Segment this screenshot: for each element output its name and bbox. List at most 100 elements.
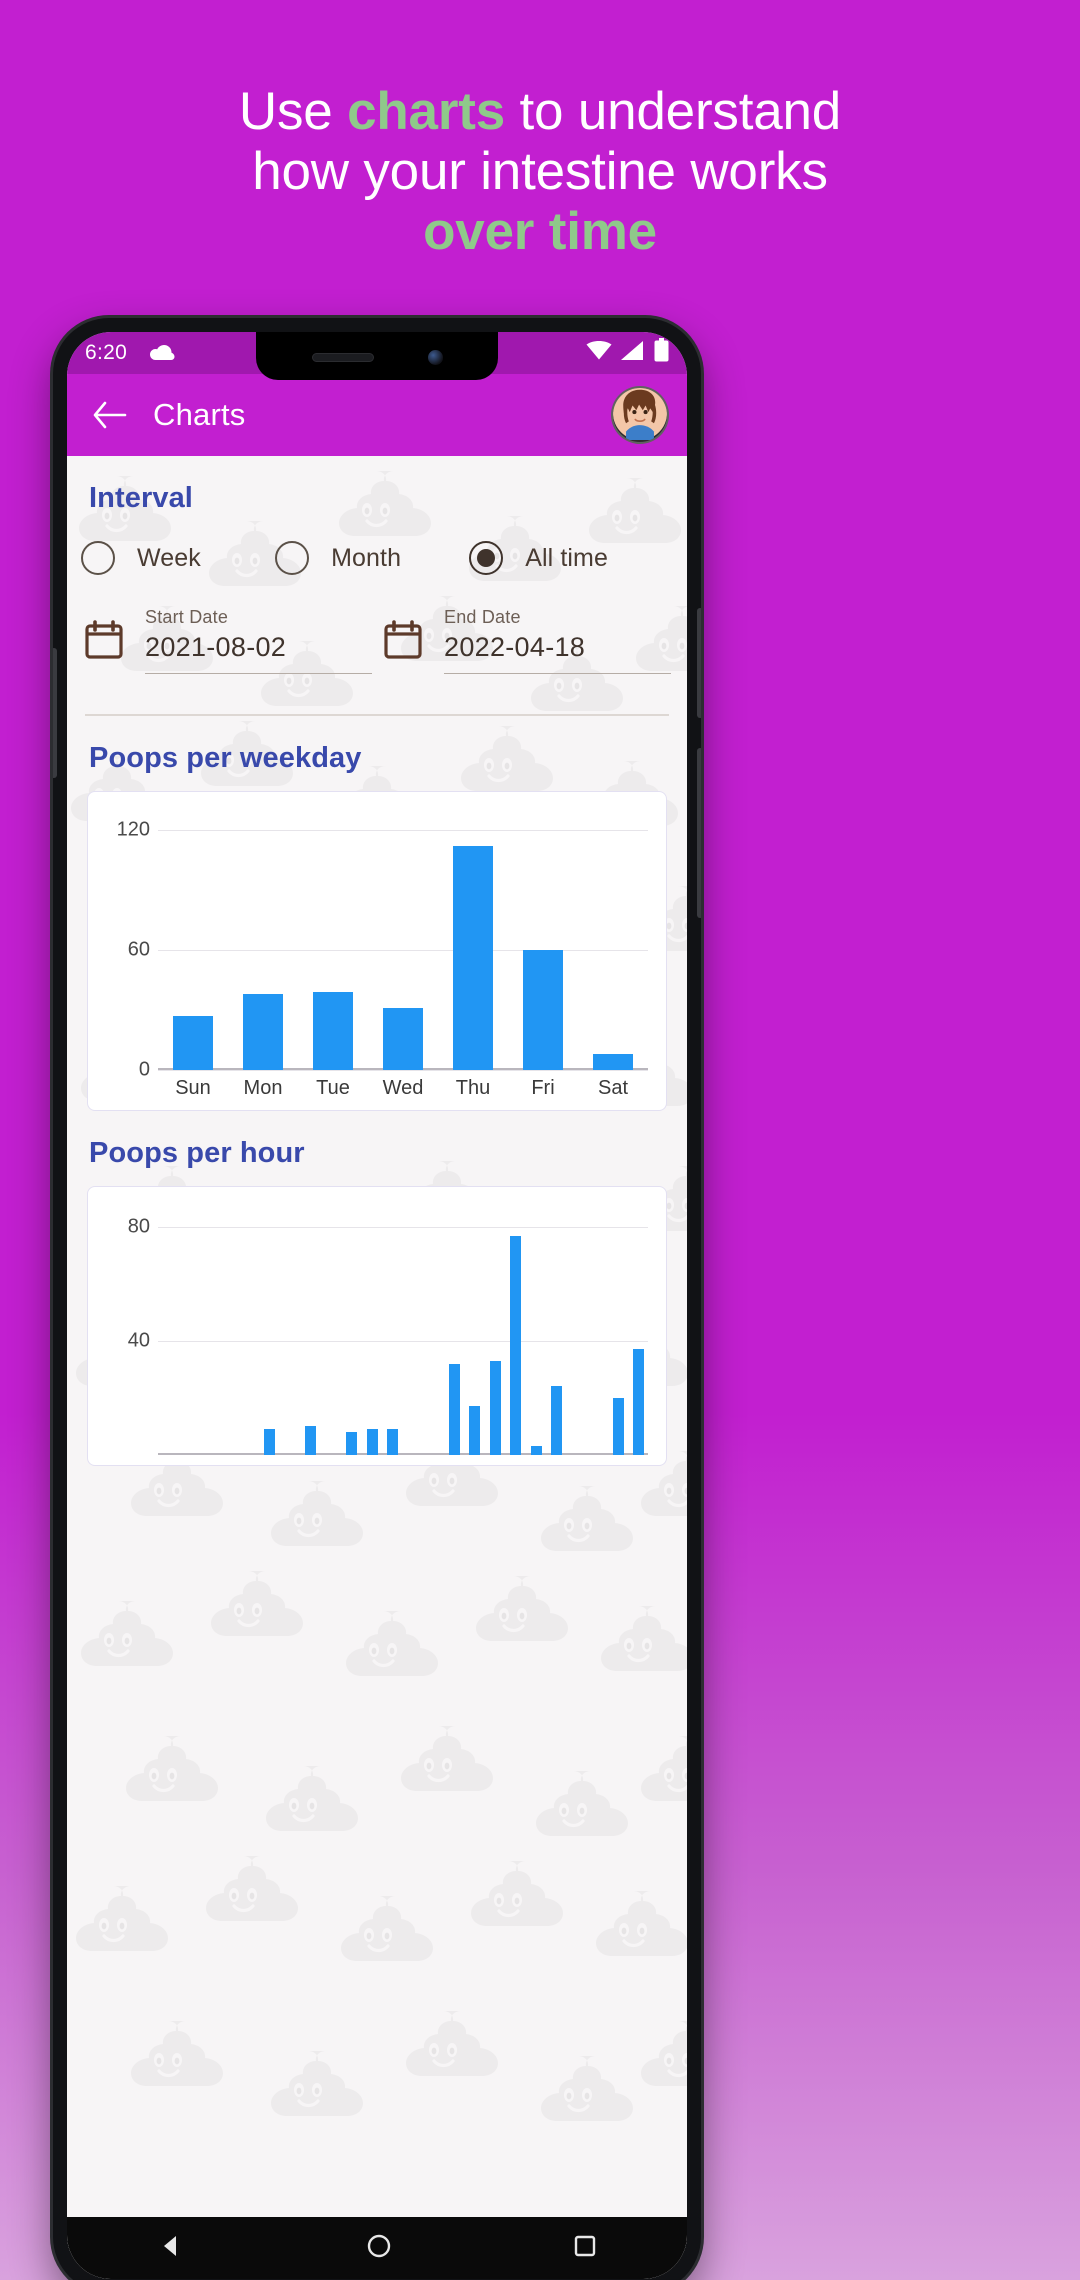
hour-chart-title: Poops per hour (89, 1136, 305, 1169)
grid-line (158, 1069, 648, 1071)
bar-slot (281, 1205, 300, 1455)
start-date-field[interactable]: Start Date 2021-08-02 (83, 607, 372, 674)
x-axis-tick-label: Mon (243, 1076, 283, 1099)
user-avatar[interactable] (611, 386, 669, 444)
promo-headline: Use charts to understand how your intest… (0, 82, 1080, 262)
date-range-row[interactable]: Start Date 2021-08-02 End Date 2022-04-1… (67, 581, 687, 674)
end-date-label: End Date (444, 607, 521, 627)
calendar-icon[interactable] (382, 619, 426, 666)
bar-slot (220, 1205, 239, 1455)
bar-slot (578, 810, 648, 1070)
radio-circle-month[interactable] (275, 541, 310, 575)
bar[interactable] (346, 1431, 358, 1455)
y-axis-tick-label: 80 (127, 1215, 150, 1238)
battery-icon (654, 338, 669, 368)
bar[interactable] (387, 1428, 399, 1455)
bar[interactable] (612, 1397, 624, 1455)
bar-slot (466, 1205, 485, 1455)
weekday-chart-x-labels: Sun Mon Tue Wed Thu Fri Sat (158, 1070, 648, 1100)
bar[interactable] (264, 1428, 276, 1455)
bar-series (158, 1205, 648, 1455)
interval-section-title: Interval (89, 482, 193, 514)
bar[interactable] (173, 1015, 213, 1070)
bar-series (158, 810, 648, 1070)
bar-slot (548, 1205, 567, 1455)
x-axis-tick-label: Sat (597, 1076, 629, 1099)
bar-slot (298, 810, 368, 1070)
interval-radio-group[interactable]: Week Month All time (67, 519, 687, 581)
bar-slot (199, 1205, 218, 1455)
bar[interactable] (489, 1360, 501, 1455)
bar[interactable] (453, 845, 493, 1070)
phone-screen-bezel: 6:20 Charts Interval Week Month All time… (67, 332, 687, 2279)
radio-circle-week[interactable] (81, 541, 115, 575)
bar-slot (404, 1205, 423, 1455)
nav-recents-icon[interactable] (574, 2235, 596, 2262)
bar[interactable] (366, 1428, 378, 1455)
end-date-text[interactable]: End Date 2022-04-18 (444, 607, 671, 674)
headline-line-1: Use charts to understand (0, 82, 1080, 142)
bar[interactable] (633, 1349, 645, 1455)
bar[interactable] (448, 1363, 460, 1455)
bar-slot (363, 1205, 382, 1455)
y-axis-tick-label: 60 (127, 938, 150, 960)
cloud-icon (149, 344, 175, 362)
bar[interactable] (243, 993, 283, 1070)
radio-circle-all-time[interactable] (469, 541, 504, 575)
bar-slot (568, 1205, 587, 1455)
bar-slot (322, 1205, 341, 1455)
y-axis-tick-label: 40 (127, 1329, 150, 1352)
bar-slot (179, 1205, 198, 1455)
status-bar-time: 6:20 (85, 341, 128, 364)
phone-button-power (697, 608, 701, 718)
phone-button-volume (697, 748, 701, 918)
radio-option-all-time[interactable]: All time (469, 541, 673, 575)
bar[interactable] (469, 1406, 481, 1455)
radio-option-week[interactable]: Week (81, 541, 275, 575)
front-camera (427, 349, 443, 365)
system-nav-bar[interactable] (67, 2217, 687, 2279)
hour-chart-plot: 40 80 (102, 1205, 652, 1455)
bar-slot (228, 810, 298, 1070)
bar[interactable] (593, 1053, 633, 1070)
bar-slot (589, 1205, 608, 1455)
status-bar: 6:20 (67, 332, 687, 380)
calendar-icon[interactable] (83, 619, 127, 666)
headline-line-2: how your intestine works (252, 142, 828, 201)
bar-slot (384, 1205, 403, 1455)
bar[interactable] (510, 1235, 522, 1455)
bar-slot (343, 1205, 362, 1455)
end-date-field[interactable]: End Date 2022-04-18 (382, 607, 671, 674)
start-date-value: 2021-08-02 (145, 632, 287, 662)
bar[interactable] (383, 1007, 423, 1070)
headline-line-3: over time (423, 202, 657, 261)
scroll-content[interactable]: Interval Week Month All time Start Date … (67, 456, 687, 2279)
bar[interactable] (523, 949, 563, 1070)
bar-slot (368, 810, 438, 1070)
bar[interactable] (530, 1445, 542, 1455)
start-date-text[interactable]: Start Date 2021-08-02 (145, 607, 372, 674)
y-axis-tick-label: 0 (138, 1058, 150, 1080)
headline-accent-charts: charts (347, 82, 505, 141)
hour-chart-card[interactable]: 40 80 (87, 1185, 667, 1466)
bar-slot (527, 1205, 546, 1455)
phone-mockup: 6:20 Charts Interval Week Month All time… (53, 318, 701, 2280)
radio-label-all-time: All time (525, 543, 608, 572)
bar[interactable] (305, 1426, 317, 1455)
bar-slot (302, 1205, 321, 1455)
x-axis-tick-label: Sun (175, 1076, 211, 1099)
bar-slot (158, 1205, 177, 1455)
nav-home-icon[interactable] (367, 2234, 391, 2263)
phone-notch (256, 332, 498, 380)
nav-back-icon[interactable] (158, 2233, 184, 2264)
weekday-chart-card[interactable]: 0 60 120 Sun Mon Tue Wed Thu Fri Sat (87, 790, 667, 1111)
bar[interactable] (313, 991, 353, 1070)
bar[interactable] (551, 1386, 563, 1455)
status-bar-icons (586, 338, 669, 368)
y-axis-tick-label: 120 (116, 818, 150, 840)
back-arrow-icon[interactable] (85, 391, 133, 439)
radio-option-month[interactable]: Month (275, 541, 469, 575)
earpiece-speaker (311, 352, 374, 362)
bar-slot (486, 1205, 505, 1455)
radio-label-week: Week (137, 543, 201, 572)
